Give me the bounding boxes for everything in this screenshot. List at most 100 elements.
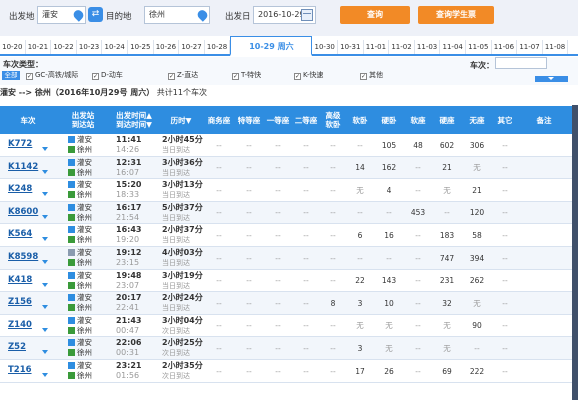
chevron-down-icon[interactable] [42,260,48,264]
from-station-input[interactable]: 灌安 [37,6,86,24]
chevron-down-icon[interactable] [42,350,48,355]
search-bar: 出发地 灌安 ⇄ 目的地 徐州 出发日 2016-10-29 查询 查询学生票 [0,0,578,36]
note-cell [518,337,570,359]
date-tab[interactable]: 11-06 [492,40,518,54]
table-row[interactable]: K8600 灌安 徐州 16:17 21:54 5小时37分 当日到达 -- -- -- -- -- -… [0,201,578,225]
train-number-link[interactable]: K1142 [8,162,38,172]
table-row[interactable]: T216 灌安 徐州 23:21 01:56 2小时35分 次日到达 -- -- -- -- -- 17… [0,360,578,383]
table-row[interactable]: K564 灌安 徐州 16:43 19:20 2小时37分 当日到达 -- -- -- -- -- 6 1… [0,224,578,247]
header-times[interactable]: 出发时间▲ 到达时间▼ [110,106,158,134]
chevron-down-icon[interactable] [42,373,48,377]
seat-cell: -- [415,366,421,376]
chevron-down-icon[interactable] [42,147,48,151]
date-tab[interactable]: 10-24 [102,40,128,54]
checkbox-check-icon[interactable]: ✓ [168,73,175,80]
table-row[interactable]: K772 灌安 徐州 11:41 14:26 2小时45分 当日到达 -- -- -- -- -- --… [0,134,578,157]
date-tab[interactable]: 11-03 [415,40,441,54]
seat-cell: -- [275,208,281,218]
filter-all-button[interactable]: 全部 [2,71,20,80]
date-input[interactable]: 2016-10-29 [253,6,316,24]
checkbox-check-icon[interactable]: ✓ [26,73,33,80]
side-panel-edge [572,105,578,400]
ticket-query-page: { "search": { "from_label": "出发地", "from… [0,0,578,400]
train-number-link[interactable]: Z140 [8,320,32,330]
date-tab[interactable]: 10-30 [312,40,338,54]
date-tab[interactable]: 10-26 [154,40,180,54]
note-cell [518,270,570,292]
seat-cell: 162 [381,163,397,173]
filter-type-checkbox[interactable]: ✓ K-快速 [294,71,323,80]
filter-type-label: K-快速 [303,71,324,79]
calendar-icon[interactable] [301,9,313,21]
filter-type-checkbox[interactable]: ✓ D-动车 [92,71,123,80]
query-student-button[interactable]: 查询学生票 [418,6,494,24]
date-tab[interactable]: 10-29 周六 [230,36,313,56]
seat-cell: -- [216,208,222,218]
checkbox-check-icon[interactable]: ✓ [360,73,367,80]
table-row[interactable]: Z52 灌安 徐州 22:06 00:31 2小时25分 次日到达 -- -- -- -- -- 3 无 -… [0,337,578,360]
train-number-link[interactable]: Z52 [8,342,26,352]
chevron-down-icon[interactable] [42,327,48,332]
train-no-label: 车次： [470,61,494,70]
filter-type-checkbox[interactable]: ✓ 其他 [360,71,383,80]
from-station: 灌安 [68,180,92,190]
filter-type-checkbox[interactable]: ✓ T-特快 [232,71,261,80]
date-tab[interactable]: 11-08 [543,40,569,54]
chevron-down-icon[interactable] [42,214,48,219]
chevron-down-icon[interactable] [42,169,48,174]
departure-time: 21:43 [116,315,142,325]
header-duration[interactable]: 历时▼ [160,106,202,134]
train-number-link[interactable]: K248 [8,184,32,194]
duration: 2小时24分 [162,293,203,303]
date-tab[interactable]: 10-27 [179,40,205,54]
date-tab[interactable]: 10-31 [338,40,364,54]
date-tab[interactable]: 10-20 [0,40,26,54]
train-number-link[interactable]: K418 [8,275,32,285]
date-tab[interactable]: 10-23 [77,40,103,54]
filter-type-checkbox[interactable]: ✓ Z-直达 [168,71,198,80]
start-station-icon [68,316,75,324]
filter-type-checkbox[interactable]: ✓ GC-高铁/城际 [26,71,78,80]
arrival-time: 14:26 [116,145,140,154]
swap-icon[interactable]: ⇄ [88,7,103,22]
checkbox-check-icon[interactable]: ✓ [294,73,301,80]
train-number-link[interactable]: Z156 [8,297,32,307]
expand-filter-button[interactable] [535,76,568,82]
date-tab[interactable]: 11-02 [389,40,415,54]
chevron-down-icon[interactable] [42,282,48,287]
date-tab[interactable]: 11-07 [517,40,543,54]
seat-cell: -- [330,140,336,150]
date-tab[interactable]: 11-04 [440,40,466,54]
train-number-link[interactable]: K8598 [8,252,38,262]
table-row[interactable]: K8598 灌安 徐州 19:12 23:15 4小时03分 当日到达 -- -- -- -- -- -… [0,247,578,270]
table-row[interactable]: K248 灌安 徐州 15:20 18:33 3小时13分 当日到达 -- -- -- -- -- 无 4… [0,179,578,202]
date-tab[interactable]: 11-01 [364,40,390,54]
table-row[interactable]: Z156 灌安 徐州 20:17 22:41 2小时24分 当日到达 -- -- -- -- 8 3 10… [0,292,578,315]
end-station-icon [68,349,75,357]
date-tab[interactable]: 10-25 [128,40,154,54]
train-number-link[interactable]: T216 [8,365,32,375]
date-tab[interactable]: 10-22 [51,40,77,54]
date-tab[interactable]: 10-21 [26,40,52,54]
train-number-link[interactable]: K564 [8,229,32,239]
checkbox-check-icon[interactable]: ✓ [232,73,239,80]
query-button[interactable]: 查询 [340,6,410,24]
train-number-link[interactable]: K772 [8,139,32,149]
chevron-down-icon[interactable] [42,237,48,242]
date-tab[interactable]: 11-05 [466,40,492,54]
train-no-input[interactable] [495,57,547,69]
note-cell [518,134,570,156]
chevron-down-icon[interactable] [42,192,48,197]
table-row[interactable]: K1142 灌安 徐州 12:31 16:07 3小时36分 当日到达 -- -- -- -- -- 1… [0,156,578,180]
from-station: 灌安 [68,203,92,213]
to-station-input[interactable]: 徐州 [144,6,210,24]
date-tab[interactable]: 10-28 [205,40,231,54]
from-station: 灌安 [68,293,92,303]
table-row[interactable]: K418 灌安 徐州 19:48 23:07 3小时19分 当日到达 -- -- -- -- -- 22… [0,270,578,293]
chevron-down-icon[interactable] [42,305,48,310]
train-number-link[interactable]: K8600 [8,207,38,217]
seat-cell: -- [415,163,421,173]
seat-cell: -- [415,343,421,353]
table-row[interactable]: Z140 灌安 徐州 21:43 00:47 3小时04分 次日到达 -- -- -- -- -- 无 无… [0,315,578,338]
checkbox-check-icon[interactable]: ✓ [92,73,99,80]
